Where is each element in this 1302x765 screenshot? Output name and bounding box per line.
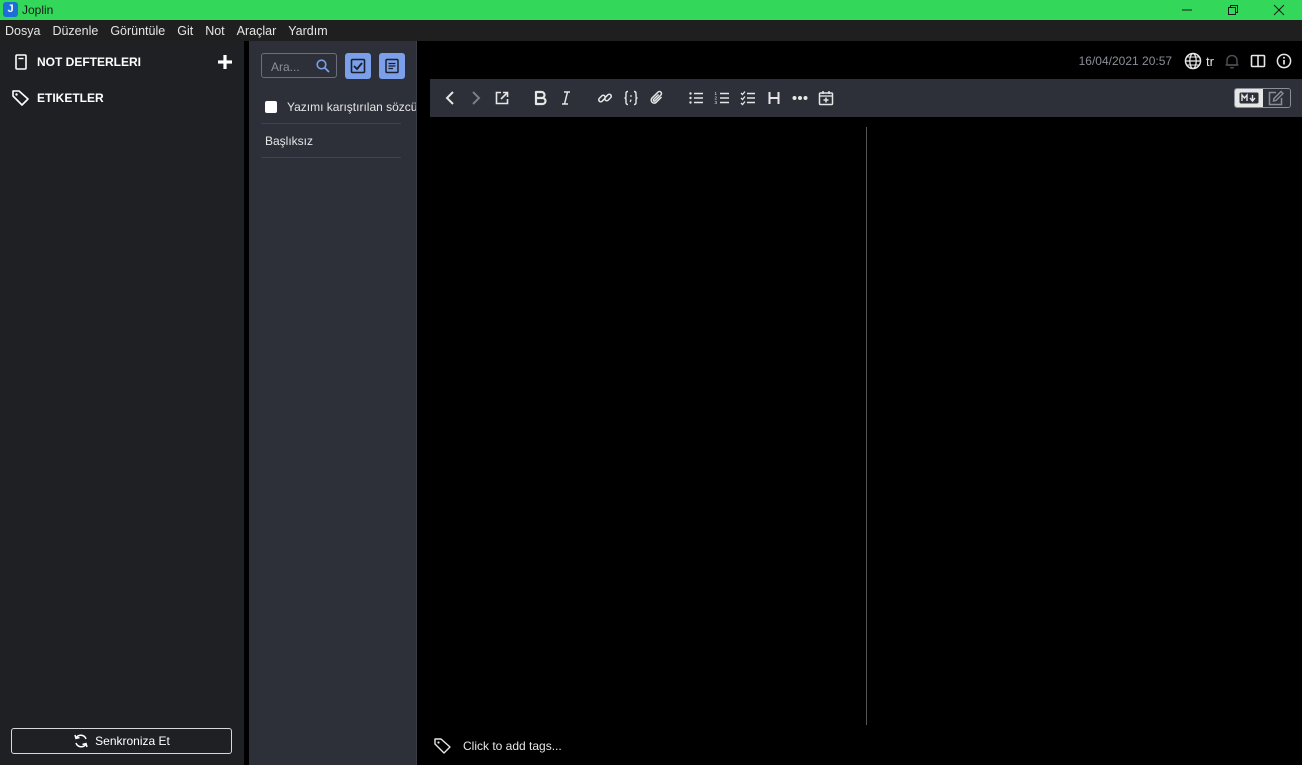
search-icon [316, 59, 330, 73]
editor-meta-bar: 16/04/2021 20:57 tr [1079, 52, 1302, 70]
menu-tools[interactable]: Araçlar [237, 24, 277, 38]
minimize-icon [1182, 9, 1192, 11]
link-button[interactable] [596, 89, 614, 107]
close-icon [1273, 4, 1285, 16]
joplin-app-icon: J [3, 2, 18, 17]
tag-icon [12, 89, 30, 107]
editor-mode-toggle[interactable] [1234, 88, 1291, 108]
forward-icon [472, 91, 481, 105]
note-properties-button[interactable] [1276, 53, 1292, 69]
rich-text-mode-button[interactable] [1262, 89, 1290, 107]
list-item[interactable]: Başlıksız [261, 125, 401, 158]
external-edit-button[interactable] [493, 89, 511, 107]
add-icon [218, 55, 232, 69]
restore-icon [1228, 5, 1238, 15]
language-label: tr [1206, 53, 1214, 69]
insert-date-button[interactable] [817, 89, 835, 107]
spellcheck-language-button[interactable]: tr [1184, 52, 1214, 70]
menu-view[interactable]: Görüntüle [110, 24, 165, 38]
italic-button[interactable] [557, 89, 575, 107]
menu-file[interactable]: Dosya [5, 24, 40, 38]
edit-icon [1269, 90, 1285, 106]
globe-icon [1184, 52, 1202, 70]
new-note-icon [385, 58, 399, 74]
sync-label: Senkroniza Et [95, 734, 170, 748]
note-list: Ara... Yazımı karıştırılan sözcü Başlıks… [249, 41, 416, 765]
external-edit-icon [495, 91, 509, 105]
checklist-button[interactable] [739, 89, 757, 107]
title-bar: J Joplin [0, 0, 1302, 20]
list-item[interactable]: Yazımı karıştırılan sözcü [261, 91, 416, 124]
window-title: Joplin [22, 3, 54, 17]
todo-checkbox[interactable] [265, 101, 277, 113]
horizontal-rule-button[interactable] [791, 89, 809, 107]
editor-pane: 16/04/2021 20:57 tr 1 2 3 Click to add t… [417, 41, 1302, 765]
notebook-icon [12, 53, 30, 71]
attach-icon [650, 90, 663, 104]
heading-icon [768, 92, 780, 104]
notebooks-header[interactable]: NOT DEFTERLERI [12, 52, 141, 72]
tag-icon [434, 738, 451, 754]
note-datetime[interactable]: 16/04/2021 20:57 [1079, 54, 1172, 68]
link-icon [597, 93, 613, 103]
code-button[interactable] [622, 89, 640, 107]
tag-bar[interactable]: Click to add tags... [434, 737, 562, 755]
heading-button[interactable] [765, 89, 783, 107]
bullet-list-icon [689, 92, 703, 104]
search-placeholder: Ara... [271, 60, 300, 74]
toggle-todo-button[interactable] [345, 53, 371, 79]
note-title: Başlıksız [265, 134, 314, 148]
horizontal-rule-icon [792, 96, 808, 100]
close-button[interactable] [1256, 0, 1302, 20]
note-title: Yazımı karıştırılan sözcü [287, 100, 416, 114]
minimize-button[interactable] [1164, 0, 1210, 20]
add-notebook-button[interactable] [214, 51, 236, 73]
menu-go[interactable]: Git [177, 24, 193, 38]
editor-toolbar: 123 [430, 79, 1302, 117]
code-icon [624, 90, 638, 106]
sidebar: NOT DEFTERLERI ETIKETLER Senkroniza Et [0, 41, 244, 765]
restore-button[interactable] [1210, 0, 1256, 20]
attach-button[interactable] [648, 89, 666, 107]
alarm-button[interactable] [1224, 53, 1240, 69]
sync-icon [74, 734, 88, 748]
alarm-icon [1225, 54, 1239, 69]
sync-button[interactable]: Senkroniza Et [11, 728, 232, 754]
tags-label: ETIKETLER [37, 91, 104, 105]
numbered-list-button[interactable]: 123 [713, 89, 731, 107]
back-button[interactable] [441, 89, 459, 107]
checklist-icon [740, 91, 755, 106]
back-icon [445, 91, 454, 105]
bold-button[interactable] [531, 89, 549, 107]
menu-edit[interactable]: Düzenle [52, 24, 98, 38]
add-tags-label: Click to add tags... [463, 739, 562, 753]
editor-viewer-divider [866, 127, 867, 725]
bullet-list-button[interactable] [687, 89, 705, 107]
italic-icon [562, 91, 570, 105]
new-note-button[interactable] [379, 53, 405, 79]
notebooks-label: NOT DEFTERLERI [37, 55, 141, 69]
tags-header[interactable]: ETIKETLER [12, 88, 104, 108]
layout-icon [1250, 54, 1266, 68]
bold-icon [534, 90, 547, 106]
numbered-list-icon: 123 [715, 91, 729, 105]
svg-text:3: 3 [715, 100, 718, 105]
menu-bar: Dosya Düzenle Görüntüle Git Not Araçlar … [0, 20, 1302, 41]
toggle-layout-button[interactable] [1250, 53, 1266, 69]
markdown-icon [1239, 92, 1259, 104]
menu-note[interactable]: Not [205, 24, 224, 38]
search-input[interactable]: Ara... [261, 53, 337, 78]
toggle-todo-icon [350, 58, 366, 74]
menu-help[interactable]: Yardım [288, 24, 327, 38]
forward-button[interactable] [467, 89, 485, 107]
info-icon [1276, 53, 1292, 69]
insert-date-icon [818, 91, 834, 106]
markdown-mode-button[interactable] [1235, 89, 1263, 107]
